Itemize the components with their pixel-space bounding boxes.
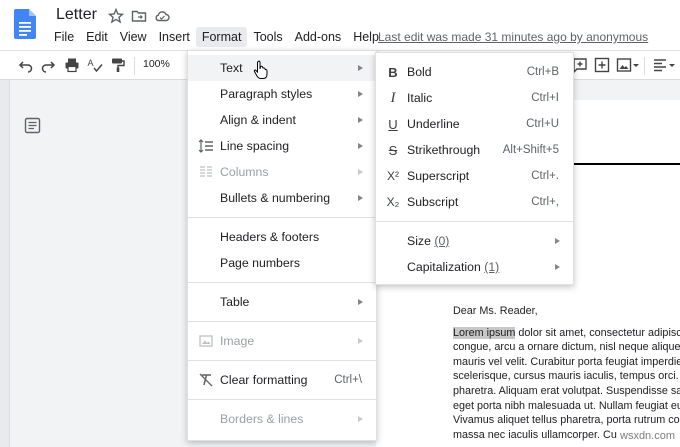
menu-item-line-spacing[interactable]: Line spacing [188,133,376,159]
menu-item-page-numbers[interactable]: Page numbers [188,250,376,276]
menu-item-size[interactable]: Size (0) [376,228,573,254]
format-menu: Text Paragraph styles Align & indent Lin… [187,50,377,441]
menu-separator [188,399,376,400]
redo-icon[interactable] [40,57,56,73]
paragraph-line: Vivamus aliquet tellus pharetra, porta r… [453,414,680,427]
menu-item-table[interactable]: Table [188,289,376,315]
salutation: Dear Ms. Reader, [453,305,538,317]
align-left-icon[interactable] [652,57,668,73]
paragraph-line: scelerisque, cursus mauris iaculis, temp… [453,370,680,383]
document-outline-icon[interactable] [24,117,41,134]
menu-separator [188,282,376,283]
menu-item-columns[interactable]: Columns [188,159,376,185]
submenu-arrow-icon [555,264,560,270]
menu-item-bold[interactable]: B Bold Ctrl+B [376,59,573,85]
submenu-arrow-icon [358,91,363,97]
submenu-arrow-icon [358,143,363,149]
menu-add-ons[interactable]: Add-ons [289,27,348,47]
comment-icon[interactable] [572,57,588,73]
menu-format[interactable]: Format [195,27,248,47]
menu-item-italic[interactable]: I Italic Ctrl+I [376,85,573,111]
menu-file[interactable]: File [48,27,80,47]
shortcut-hint: (0) [434,234,450,248]
hand-cursor-icon [253,60,268,79]
cloud-status-icon[interactable] [154,8,170,24]
italic-icon: I [390,89,396,106]
star-icon[interactable] [108,8,124,24]
submenu-arrow-icon [358,299,363,305]
horizontal-rule [572,163,680,165]
menu-separator [188,217,376,218]
document-title[interactable]: Letter [56,6,97,24]
menu-bar: File Edit View Insert Format Tools Add-o… [48,27,385,49]
submenu-arrow-icon [358,169,363,175]
title-actions [108,8,170,24]
docs-header: Letter File Edit View Insert Format Tool… [0,0,680,50]
chevron-down-icon[interactable] [632,57,640,73]
clear-formatting-icon [198,372,214,388]
last-edit-link[interactable]: Last edit was made 31 minutes ago by ano… [378,30,648,44]
spellcheck-icon[interactable]: A [87,57,103,73]
paragraph-line: pharetra. Aliquam erat volutpat. Suspend… [453,384,680,397]
paragraph-line: Lorem ipsum dolor sit amet, consectetur … [453,326,680,339]
zoom-select[interactable]: 100% [143,58,170,70]
line-spacing-icon [198,138,214,154]
insert-image-icon[interactable] [616,57,632,73]
text-submenu: B Bold Ctrl+B I Italic Ctrl+I U Underlin… [375,52,574,285]
menu-item-align-indent[interactable]: Align & indent [188,107,376,133]
undo-icon[interactable] [18,57,34,73]
menu-edit[interactable]: Edit [80,27,114,47]
menu-item-bullets-numbering[interactable]: Bullets & numbering [188,185,376,211]
columns-icon [198,164,214,180]
menu-item-capitalization[interactable]: Capitalization (1) [376,254,573,280]
menu-item-superscript[interactable]: X² Superscript Ctrl+. [376,163,573,189]
menu-item-underline[interactable]: U Underline Ctrl+U [376,111,573,137]
vertical-ruler [0,80,10,447]
menu-item-paragraph-styles[interactable]: Paragraph styles [188,81,376,107]
shortcut-hint: (1) [484,260,500,274]
bold-icon: B [388,64,398,80]
menu-separator [188,321,376,322]
move-folder-icon[interactable] [131,8,147,24]
menu-view[interactable]: View [114,27,153,47]
paragraph-line: congue, arcu a ornare dictum, nisl neque… [453,341,680,354]
menu-item-clear-formatting[interactable]: Clear formatting Ctrl+\ [188,367,376,393]
menu-item-strikethrough[interactable]: S Strikethrough Alt+Shift+5 [376,137,573,163]
selected-text: Lorem ipsum [453,326,516,339]
paint-format-icon[interactable] [110,57,126,73]
chevron-down-icon[interactable] [668,57,676,73]
menu-item-headers-footers[interactable]: Headers & footers [188,224,376,250]
print-icon[interactable] [64,57,80,73]
paragraph-line: eget porta nibh malesuada ut. Nullam feu… [453,399,680,412]
submenu-arrow-icon [358,65,363,71]
menu-separator [376,221,573,222]
superscript-icon: X² [387,169,399,183]
document-body[interactable]: Dear Ms. Reader, Lorem ipsum dolor sit a… [453,304,680,442]
menu-tools[interactable]: Tools [247,27,288,47]
svg-text:A: A [88,58,94,68]
strikethrough-icon: S [388,142,398,158]
menu-separator [188,360,376,361]
menu-item-text[interactable]: Text [188,55,376,81]
paragraph-line: mauris vel velit. Curabitur porta feugia… [453,355,680,368]
subscript-icon: X₂ [386,195,400,209]
docs-logo-icon[interactable] [14,9,36,39]
menu-item-subscript[interactable]: X₂ Subscript Ctrl+, [376,189,573,215]
menu-item-image[interactable]: Image [188,328,376,354]
menu-insert[interactable]: Insert [153,27,196,47]
underline-icon: U [388,116,398,132]
image-icon [198,333,214,349]
submenu-arrow-icon [358,195,363,201]
toolbar-separator [134,57,135,75]
submenu-arrow-icon [555,238,560,244]
watermark: wsxdn.com [620,430,676,442]
toolbar-separator [644,57,645,75]
submenu-arrow-icon [358,416,363,422]
submenu-arrow-icon [358,117,363,123]
menu-item-borders-lines[interactable]: Borders & lines [188,406,376,432]
submenu-arrow-icon [358,338,363,344]
add-comment-icon[interactable] [594,57,610,73]
